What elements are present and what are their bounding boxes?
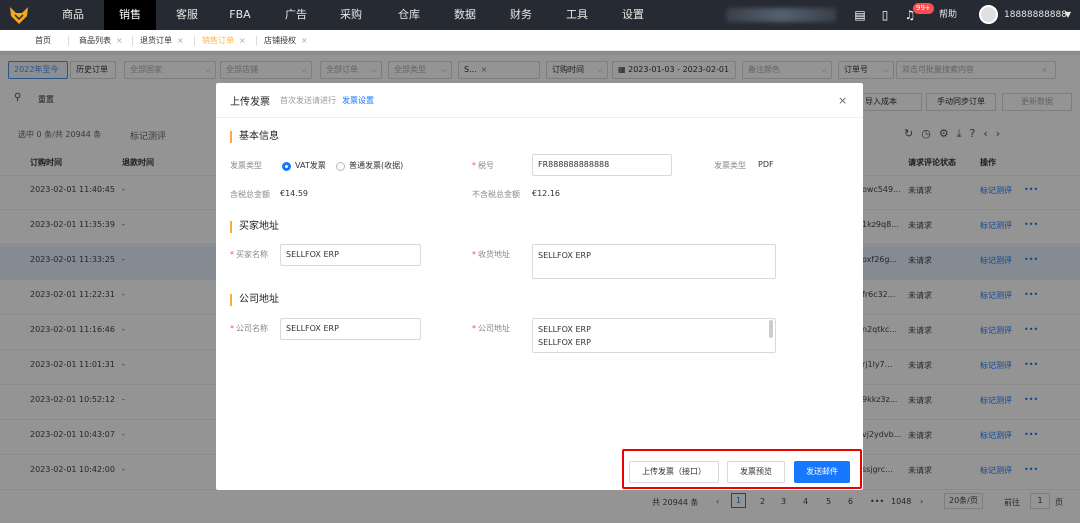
close-icon[interactable]: × (116, 36, 123, 45)
excl-tax-value: €12.16 (532, 189, 560, 198)
close-icon[interactable]: × (301, 36, 308, 45)
tab-label: 店铺授权 (264, 36, 296, 45)
vat-radio[interactable] (282, 162, 291, 171)
ship-addr-label-text: 收货地址 (478, 250, 510, 259)
required-mark: * (472, 161, 476, 170)
notification-badge: 99+ (913, 3, 934, 14)
nav-item-settings[interactable]: 设置 (612, 0, 654, 30)
highlight-box (622, 449, 862, 489)
section-company-address: 公司地址 (230, 294, 279, 306)
nav-item-warehouse[interactable]: 仓库 (388, 0, 430, 30)
format-label: 发票类型 (714, 161, 746, 170)
normal-option-label[interactable]: 普通发票(收据) (349, 160, 403, 171)
company-name-label-text: 公司名称 (236, 324, 268, 333)
nav-item-ads[interactable]: 广告 (276, 0, 316, 30)
required-mark: * (230, 250, 234, 259)
ship-addr-textarea[interactable]: SELLFOX ERP (532, 244, 776, 279)
tab-label: 退货订单 (140, 36, 172, 45)
tab-divider (256, 36, 257, 46)
ship-addr-label: * 收货地址 (472, 249, 510, 260)
tax-no-label-text: 税号 (478, 161, 494, 170)
nav-item-tools[interactable]: 工具 (556, 0, 598, 30)
close-icon[interactable]: × (838, 94, 847, 107)
upload-invoice-dialog: 上传发票 首次发送请进行 发票设置 × 基本信息 发票类型 VAT发票 普通发票… (216, 83, 863, 490)
tab-label: 商品列表 (79, 36, 111, 45)
dialog-title: 上传发票 (230, 97, 270, 108)
tax-no-label: * 税号 (472, 160, 494, 171)
company-addr-line: SELLFOX ERP (538, 325, 591, 334)
nav-item-sales[interactable]: 销售 (104, 0, 156, 30)
company-addr-label-text: 公司地址 (478, 324, 510, 333)
tab-divider (194, 36, 195, 46)
required-mark: * (230, 324, 234, 333)
tab-label: 销售订单 (202, 36, 234, 45)
invoice-type-label: 发票类型 (230, 161, 262, 170)
nav-item-fba[interactable]: FBA (222, 0, 258, 30)
document-icon[interactable]: ▤ (853, 7, 867, 23)
page-tab-bar: 首页 商品列表 × 退货订单 × 销售订单 × 店铺授权 × (0, 30, 1080, 51)
username[interactable]: 18888888888 (1004, 0, 1067, 30)
dialog-subtitle: 首次发送请进行 (280, 96, 336, 105)
close-icon[interactable]: × (239, 36, 246, 45)
tab-sales-orders[interactable]: 销售订单 × (202, 30, 246, 51)
company-addr-line: SELLFOX ERP (538, 338, 591, 347)
fox-logo-icon[interactable] (8, 4, 30, 26)
top-navigation-bar: 商品 销售 客服 FBA 广告 采购 仓库 数据 财务 工具 设置 ▤ ▯ ♫ … (0, 0, 1080, 30)
company-name-input[interactable]: SELLFOX ERP (280, 318, 421, 340)
avatar[interactable] (979, 5, 998, 24)
buyer-name-label-text: 买家名称 (236, 250, 268, 259)
incl-tax-value: €14.59 (280, 189, 308, 198)
incl-tax-label: 含税总金额 (230, 190, 270, 199)
tab-divider (132, 36, 133, 46)
section-buyer-address: 买家地址 (230, 221, 279, 233)
company-addr-label: * 公司地址 (472, 323, 510, 334)
textarea-scrollbar[interactable] (769, 320, 773, 338)
tax-no-input[interactable]: FR888888888888 (532, 154, 672, 176)
tab-divider (68, 36, 69, 46)
close-icon[interactable]: × (177, 36, 184, 45)
dialog-divider (216, 117, 863, 118)
excl-tax-label: 不含税总金额 (472, 190, 520, 199)
nav-item-data[interactable]: 数据 (444, 0, 486, 30)
tab-home[interactable]: 首页 (35, 30, 51, 51)
company-name-label: * 公司名称 (230, 323, 268, 334)
required-mark: * (472, 324, 476, 333)
section-basic-info: 基本信息 (230, 131, 279, 143)
blurred-region (726, 8, 836, 22)
nav-item-finance[interactable]: 财务 (500, 0, 542, 30)
company-addr-textarea[interactable]: SELLFOX ERP SELLFOX ERP (532, 318, 776, 353)
normal-invoice-radio[interactable] (336, 162, 345, 171)
help-link[interactable]: 帮助 (934, 0, 962, 30)
nav-item-products[interactable]: 商品 (52, 0, 94, 30)
tab-store-auth[interactable]: 店铺授权 × (264, 30, 308, 51)
invoice-settings-link[interactable]: 发票设置 (342, 95, 374, 106)
buyer-name-input[interactable]: SELLFOX ERP (280, 244, 421, 266)
tab-return-orders[interactable]: 退货订单 × (140, 30, 184, 51)
nav-item-customer-service[interactable]: 客服 (166, 0, 208, 30)
buyer-name-label: * 买家名称 (230, 249, 268, 260)
required-mark: * (472, 250, 476, 259)
chevron-down-icon[interactable]: ▼ (1063, 0, 1073, 30)
vat-option-label[interactable]: VAT发票 (295, 160, 326, 171)
tab-product-list[interactable]: 商品列表 × (79, 30, 123, 51)
mobile-icon[interactable]: ▯ (878, 7, 892, 23)
tab-label: 首页 (35, 36, 51, 45)
nav-item-purchase[interactable]: 采购 (330, 0, 372, 30)
format-value: PDF (758, 160, 774, 169)
